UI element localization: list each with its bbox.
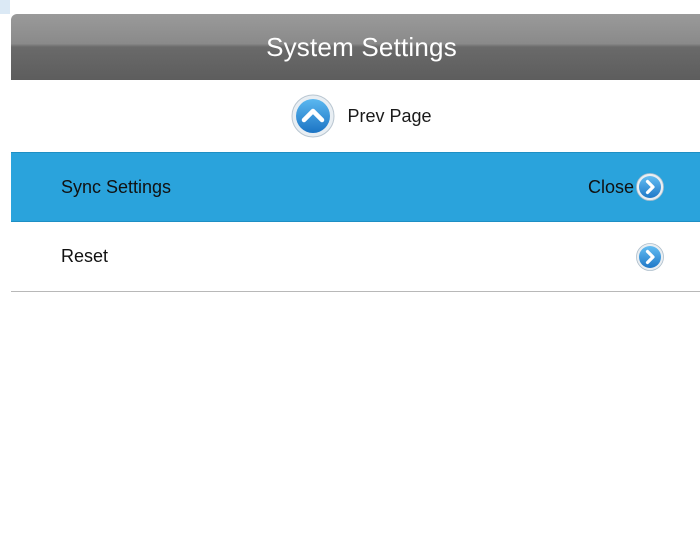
menu-item-value: Close <box>587 176 634 197</box>
menu-item-label: Sync Settings <box>61 176 172 197</box>
menu-item-label: Reset <box>61 246 109 266</box>
settings-screen: System Settings Prev Page Sync Settings … <box>0 0 700 560</box>
corner-accent <box>0 0 10 14</box>
prev-page-button[interactable]: Prev Page <box>291 94 432 138</box>
menu-item-reset[interactable]: Reset <box>11 222 700 292</box>
title-bar: System Settings <box>11 14 700 80</box>
menu-item-sync-settings[interactable]: Sync Settings Close <box>11 152 700 222</box>
menu-item-value-group: Close <box>588 173 664 201</box>
page-title: System Settings <box>266 31 457 62</box>
prev-page-label: Prev Page <box>347 105 432 126</box>
chevron-right-circle-icon <box>636 173 664 201</box>
chevron-right-circle-icon <box>636 242 664 271</box>
chevron-up-circle-icon <box>291 94 335 138</box>
prev-page-row: Prev Page <box>11 80 700 152</box>
menu-item-value-group <box>634 242 664 271</box>
